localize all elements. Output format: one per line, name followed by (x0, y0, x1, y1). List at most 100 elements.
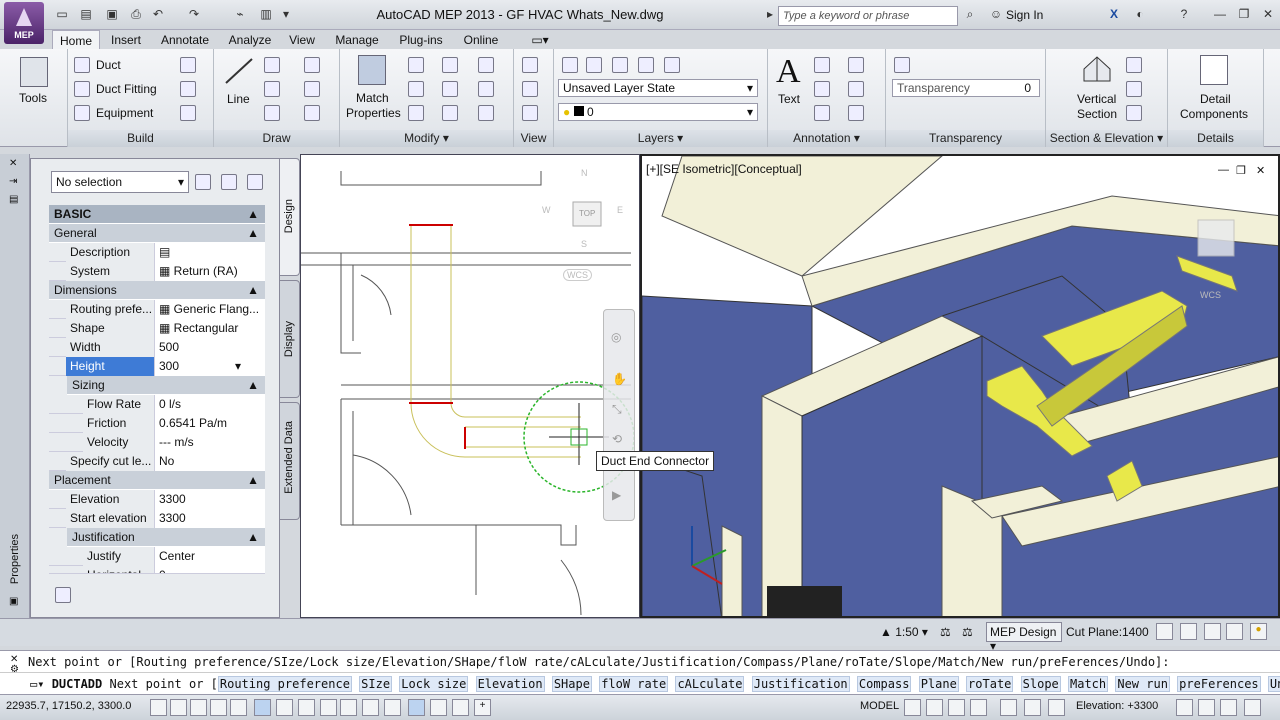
search-expand-icon[interactable]: ▸ (762, 7, 778, 21)
option-plane[interactable]: Plane (918, 676, 959, 692)
stretch-icon[interactable] (408, 105, 424, 121)
wcs-menu[interactable]: WCS (563, 269, 592, 281)
duct-icon[interactable] (74, 57, 90, 73)
ortho-icon[interactable] (210, 699, 227, 716)
clean-screen-icon[interactable] (1244, 699, 1261, 716)
dimension-icon[interactable] (814, 57, 830, 73)
layer-tool-1-icon[interactable] (586, 57, 602, 73)
help-icon[interactable]: ? (1176, 7, 1192, 21)
prop-row-routing[interactable]: Routing prefe... ▦ Generic Flang... (49, 300, 265, 319)
palette-menu-icon[interactable]: ▤ (9, 194, 18, 205)
ducs-icon[interactable] (320, 699, 337, 716)
cloud-icon[interactable] (848, 57, 864, 73)
restore-icon[interactable]: ❐ (1236, 7, 1252, 21)
isolate-icon[interactable]: ● (1250, 623, 1267, 640)
prop-row-justify[interactable]: Justify Center (49, 547, 265, 566)
layer-tool-4-icon[interactable] (664, 57, 680, 73)
duct-fitting-button[interactable]: Duct Fitting (96, 82, 157, 96)
application-menu-button[interactable]: MEP (4, 2, 44, 44)
showmotion-icon[interactable]: ▶ (612, 488, 621, 502)
leader-icon[interactable] (814, 81, 830, 97)
pan-icon[interactable]: ✋ (612, 372, 627, 386)
transparency-tool-icon[interactable] (894, 57, 910, 73)
category-dimensions[interactable]: Dimensions ▲ (49, 281, 265, 300)
layer-select[interactable]: ● 0 ▾ (558, 103, 758, 121)
tab-plugins[interactable]: Plug-ins (394, 30, 448, 50)
auto-scale-icon[interactable]: ⚖ (962, 625, 973, 639)
viewcube-west[interactable]: W (542, 205, 551, 215)
vertical-label[interactable]: Vertical (1077, 92, 1116, 106)
isolate-objects-icon[interactable] (1220, 699, 1237, 716)
detail-components-icon[interactable] (1200, 55, 1228, 85)
elevation-input[interactable]: 3300 (155, 490, 265, 509)
table-icon[interactable] (848, 81, 864, 97)
tray-icon-3[interactable] (1204, 623, 1221, 640)
redo-icon[interactable]: ↷ (186, 7, 202, 21)
qp-icon[interactable] (408, 699, 425, 716)
panel-annotation-label[interactable]: Annotation ▾ (768, 130, 885, 147)
copy-icon[interactable] (408, 81, 424, 97)
transparency-field[interactable]: Transparency 0 (892, 79, 1040, 97)
osnap-icon[interactable] (254, 699, 271, 716)
layer-state-select[interactable]: Unsaved Layer State ▾ (558, 79, 758, 97)
option-match[interactable]: Match (1068, 676, 1109, 692)
match-icon[interactable]: ⌁ (232, 7, 248, 21)
undo-icon[interactable]: ↶ (150, 7, 166, 21)
layer-tool-2-icon[interactable] (612, 57, 628, 73)
navigation-bar[interactable]: ◎ ✋ ⤡ ⟲ ▶ (603, 309, 635, 521)
section-tool-2-icon[interactable] (1126, 81, 1142, 97)
polyline-icon[interactable] (264, 57, 280, 73)
zoom-icon[interactable]: ⤡ (612, 402, 622, 417)
build-tool-3-icon[interactable] (180, 105, 196, 121)
prop-row-width[interactable]: Width 500 (49, 338, 265, 357)
option-calculate[interactable]: cALculate (675, 676, 745, 692)
plan-viewport[interactable]: TOP N S W E WCS ◎ ✋ ⤡ ⟲ ▶ (300, 154, 640, 618)
option-elevation[interactable]: Elevation (475, 676, 545, 692)
category-justification[interactable]: Justification ▲ (67, 528, 265, 547)
fillet-icon[interactable] (478, 57, 494, 73)
panel-section-label[interactable]: Section & Elevation ▾ (1046, 130, 1167, 147)
circle-icon[interactable] (264, 81, 280, 97)
infer-constraints-icon[interactable] (150, 699, 167, 716)
close-icon[interactable]: ✕ (9, 158, 17, 169)
option-lock-size[interactable]: Lock size (399, 676, 469, 692)
save-icon[interactable]: ▣ (104, 7, 120, 21)
orbit-icon[interactable]: ⟲ (612, 432, 622, 446)
category-general[interactable]: General ▲ (49, 224, 265, 243)
view-tool-2-icon[interactable] (522, 81, 538, 97)
minimize-icon[interactable]: — (1218, 164, 1229, 176)
equipment-icon[interactable] (74, 105, 90, 121)
tpy-icon[interactable] (384, 699, 401, 716)
panel-modify-label[interactable]: Modify ▾ (340, 130, 513, 147)
prop-row-horizontal[interactable]: Horizontal ...0 (49, 566, 265, 574)
trim-icon[interactable] (478, 81, 494, 97)
option-shape[interactable]: SHape (551, 676, 592, 692)
layer-properties-icon[interactable] (562, 57, 578, 73)
section-tool-3-icon[interactable] (1126, 105, 1142, 121)
quick-select-icon[interactable] (195, 174, 211, 190)
tab-analyze[interactable]: Analyze (226, 30, 274, 50)
tab-manage[interactable]: Manage (332, 30, 382, 50)
height-select[interactable]: 300 ▾ (155, 357, 265, 376)
ribbon-minimize-icon[interactable]: ▭▾ (528, 30, 552, 50)
otrack-icon[interactable] (298, 699, 315, 716)
detail-label[interactable]: Detail (1200, 92, 1231, 106)
viewcube-north[interactable]: N (581, 168, 588, 178)
prop-row-shape[interactable]: Shape ▦ Rectangular (49, 319, 265, 338)
prop-row-friction[interactable]: Friction 0.6541 Pa/m (49, 414, 265, 433)
steering-wheel-icon[interactable] (1000, 699, 1017, 716)
plan-drawing[interactable] (301, 155, 640, 618)
prop-row-flow-rate[interactable]: Flow Rate 0 l/s (49, 395, 265, 414)
annotation-visibility-icon[interactable]: ⚖ (940, 625, 951, 639)
tab-online[interactable]: Online (458, 30, 504, 50)
restore-icon[interactable]: ❐ (1236, 164, 1246, 177)
prop-row-height[interactable]: Height 300 ▾ (49, 357, 265, 376)
am-icon[interactable] (452, 699, 469, 716)
quick-view-layouts-icon[interactable] (904, 699, 921, 716)
select-objects-icon[interactable] (221, 174, 237, 190)
duct-fitting-icon[interactable] (74, 81, 90, 97)
viewcube-top[interactable]: TOP (579, 209, 595, 218)
components-label[interactable]: Components (1180, 107, 1248, 121)
selection-select[interactable]: No selection ▾ (51, 171, 189, 193)
tab-annotate[interactable]: Annotate (156, 30, 214, 50)
